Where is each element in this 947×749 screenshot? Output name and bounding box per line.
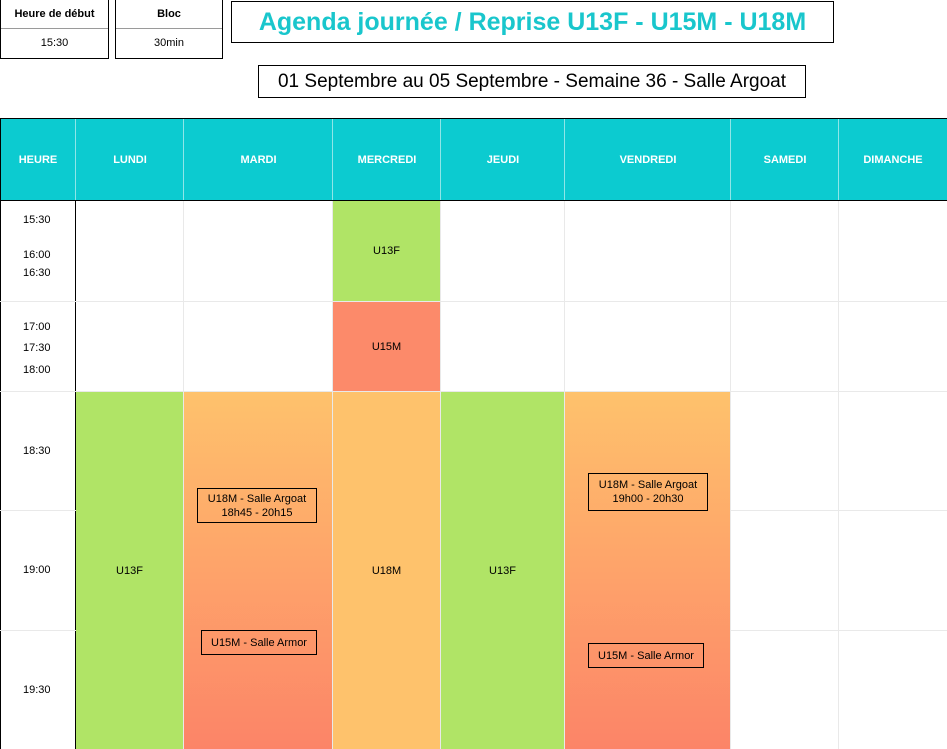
time-label: 16:30 — [23, 267, 51, 279]
header-mercredi: MERCREDI — [333, 119, 441, 200]
note-mardi-u18m-line2: 18h45 - 20h15 — [221, 506, 293, 519]
note-vendredi-u18m-line2: 19h00 - 20h30 — [612, 493, 684, 505]
header-divider — [838, 119, 839, 200]
page-title: Agenda journée / Reprise U13F - U15M - U… — [231, 1, 834, 43]
time-label: 16:00 — [23, 249, 51, 261]
grid-line — [838, 201, 839, 749]
header-vendredi: VENDREDI — [565, 119, 731, 200]
block-label: Bloc — [116, 0, 222, 29]
event-mercredi-u18m[interactable]: U18M — [333, 392, 440, 749]
event-mercredi-u13f[interactable]: U13F — [333, 201, 440, 301]
header-bottom-line — [0, 200, 947, 201]
header-hour: HEURE — [0, 119, 76, 200]
time-label: 18:00 — [23, 364, 51, 376]
event-mercredi-u15m[interactable]: U15M — [333, 302, 440, 391]
time-label: 17:30 — [23, 342, 51, 354]
header-mardi: MARDI — [184, 119, 333, 200]
note-vendredi-u18m-line1: U18M - Salle Argoat — [598, 479, 698, 491]
grid-line — [0, 301, 947, 302]
event-vendredi[interactable] — [565, 392, 730, 749]
event-lundi-u13f[interactable]: U13F — [76, 392, 183, 749]
start-time-box: Heure de début 15:30 — [0, 0, 109, 59]
note-mardi-u15m[interactable]: U15M - Salle Armor — [201, 630, 317, 655]
header-divider — [332, 119, 333, 200]
time-label: 19:30 — [23, 684, 51, 696]
header-divider — [730, 119, 731, 200]
time-label: 19:00 — [23, 564, 51, 576]
table-border-left — [0, 118, 1, 749]
header-samedi: SAMEDI — [731, 119, 839, 200]
note-vendredi-u18m[interactable]: U18M - Salle Argoat 19h00 - 20h30 — [588, 473, 708, 511]
header-divider — [183, 119, 184, 200]
time-label: 15:30 — [23, 214, 51, 226]
note-mardi-u18m-line1: U18M - Salle Argoat — [207, 492, 307, 505]
header-dimanche: DIMANCHE — [839, 119, 947, 200]
note-mardi-u18m[interactable]: U18M - Salle Argoat 18h45 - 20h15 — [197, 488, 317, 523]
header-divider — [440, 119, 441, 200]
block-value[interactable]: 30min — [116, 28, 222, 58]
block-box: Bloc 30min — [115, 0, 223, 59]
page-subtitle: 01 Septembre au 05 Septembre - Semaine 3… — [258, 65, 806, 98]
event-mardi[interactable] — [184, 392, 332, 749]
note-mardi-u15m-text: U15M - Salle Armor — [211, 636, 307, 649]
note-vendredi-u15m-text: U15M - Salle Armor — [598, 649, 694, 662]
time-label: 18:30 — [23, 445, 51, 457]
header-divider — [564, 119, 565, 200]
header-lundi: LUNDI — [76, 119, 184, 200]
note-vendredi-u15m[interactable]: U15M - Salle Armor — [588, 643, 704, 668]
event-jeudi-u13f[interactable]: U13F — [441, 392, 564, 749]
time-label: 17:00 — [23, 321, 51, 333]
grid-line — [730, 201, 731, 749]
start-time-value[interactable]: 15:30 — [1, 28, 108, 58]
header-divider — [75, 119, 76, 200]
table-border-top — [0, 118, 947, 119]
start-time-label: Heure de début — [1, 0, 108, 29]
header-jeudi: JEUDI — [441, 119, 565, 200]
